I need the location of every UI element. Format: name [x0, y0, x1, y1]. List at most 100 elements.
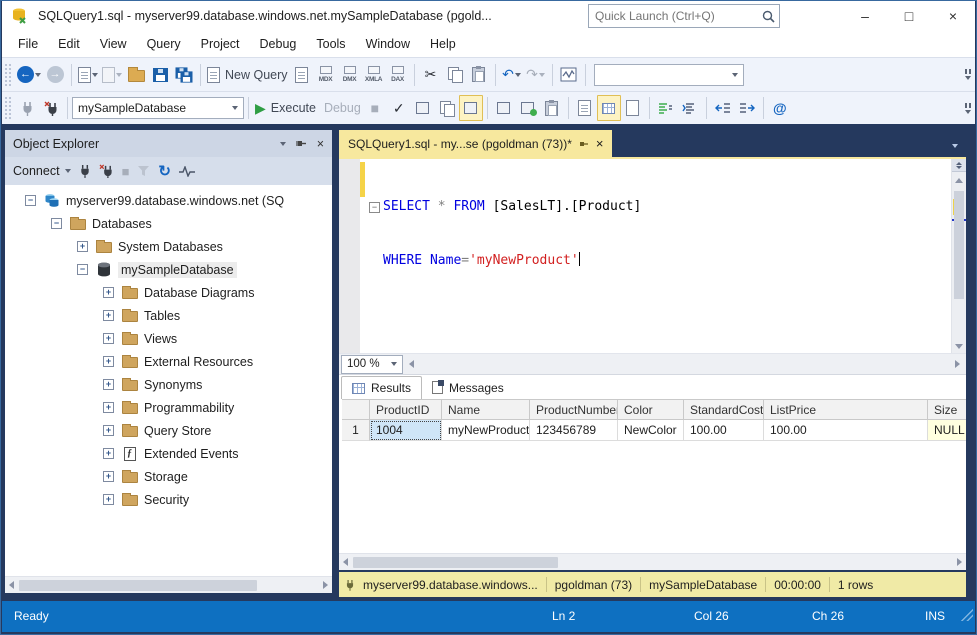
- expand-toggle[interactable]: +: [103, 425, 114, 436]
- results-to-text-button[interactable]: [573, 95, 597, 121]
- scrollbar-thumb[interactable]: [19, 580, 257, 591]
- expand-toggle[interactable]: +: [103, 471, 114, 482]
- toolbar-overflow-button[interactable]: [961, 103, 975, 114]
- column-header-size[interactable]: Size: [928, 400, 966, 420]
- maximize-button[interactable]: □: [887, 1, 931, 31]
- object-explorer-titlebar[interactable]: Object Explorer ×: [5, 130, 332, 157]
- close-tab-icon[interactable]: ×: [596, 136, 604, 151]
- pin-icon[interactable]: [296, 138, 307, 149]
- tree-item-tables[interactable]: + Tables: [5, 304, 332, 327]
- redo-button[interactable]: ↷: [524, 62, 548, 88]
- execute-button[interactable]: ▶Execute: [253, 95, 318, 121]
- tree-item-storage[interactable]: + Storage: [5, 465, 332, 488]
- column-header-standardcost[interactable]: StandardCost: [684, 400, 764, 420]
- chevron-down-icon[interactable]: [35, 73, 41, 77]
- expand-toggle[interactable]: −: [51, 218, 62, 229]
- menu-tools[interactable]: Tools: [306, 31, 355, 57]
- quick-launch[interactable]: [588, 4, 780, 28]
- oe-disconnect-icon[interactable]: [99, 164, 114, 178]
- specify-values-button[interactable]: @: [768, 95, 792, 121]
- activity-monitor-button[interactable]: [557, 62, 581, 88]
- menu-file[interactable]: File: [8, 31, 48, 57]
- fold-collapse-icon[interactable]: −: [369, 202, 380, 213]
- status-line-number[interactable]: Ln 2: [552, 609, 575, 623]
- activity-pulse-icon[interactable]: [179, 166, 195, 177]
- comment-selection-button[interactable]: [654, 95, 678, 121]
- dax-query-button[interactable]: DAX: [386, 62, 410, 88]
- tree-item-database-diagrams[interactable]: + Database Diagrams: [5, 281, 332, 304]
- tree-item-synonyms[interactable]: + Synonyms: [5, 373, 332, 396]
- display-estimated-plan-button[interactable]: [411, 95, 435, 121]
- toolbar-drag-handle[interactable]: [4, 96, 13, 120]
- quick-launch-input[interactable]: [589, 9, 757, 23]
- code-area[interactable]: −SELECT * FROM [SalesLT].[Product] WHERE…: [369, 162, 641, 306]
- scroll-left-icon[interactable]: [343, 558, 348, 566]
- zoom-combobox[interactable]: 100 %: [341, 355, 403, 374]
- pin-icon[interactable]: [579, 139, 589, 149]
- scroll-down-icon[interactable]: [952, 339, 966, 353]
- cell-productid[interactable]: 1004: [370, 420, 442, 441]
- scroll-right-icon[interactable]: [323, 581, 328, 589]
- tab-messages[interactable]: Messages: [422, 376, 514, 399]
- chevron-down-icon[interactable]: [116, 73, 122, 77]
- scroll-left-icon[interactable]: [9, 581, 14, 589]
- minimize-button[interactable]: –: [843, 1, 887, 31]
- available-databases-combobox[interactable]: mySampleDatabase: [72, 97, 244, 119]
- refresh-icon[interactable]: ↻: [158, 162, 171, 180]
- navigate-forward-button[interactable]: →: [43, 62, 67, 88]
- database-engine-query-button[interactable]: [290, 62, 314, 88]
- filter-icon[interactable]: [137, 165, 150, 177]
- menu-project[interactable]: Project: [191, 31, 250, 57]
- column-header-name[interactable]: Name: [442, 400, 530, 420]
- save-button[interactable]: [148, 62, 172, 88]
- code-line-1[interactable]: −SELECT * FROM [SalesLT].[Product]: [369, 198, 641, 216]
- xmla-query-button[interactable]: XMLA: [362, 62, 386, 88]
- chevron-down-icon[interactable]: [539, 73, 545, 77]
- menu-query[interactable]: Query: [137, 31, 191, 57]
- menu-window[interactable]: Window: [356, 31, 420, 57]
- scroll-right-icon[interactable]: [957, 558, 962, 566]
- parse-button[interactable]: ✓: [387, 95, 411, 121]
- expand-toggle[interactable]: +: [103, 287, 114, 298]
- status-character-number[interactable]: Ch 26: [812, 609, 844, 623]
- include-client-statistics-button[interactable]: [540, 95, 564, 121]
- tree-item-mysampledatabase[interactable]: − mySampleDatabase: [5, 258, 332, 281]
- tab-list-chevron[interactable]: [952, 135, 958, 153]
- close-panel-icon[interactable]: ×: [317, 137, 324, 151]
- resize-grip[interactable]: [961, 609, 973, 621]
- expand-toggle[interactable]: +: [103, 494, 114, 505]
- save-all-button[interactable]: [172, 62, 196, 88]
- expand-toggle[interactable]: +: [103, 402, 114, 413]
- tree-item-query-store[interactable]: + Query Store: [5, 419, 332, 442]
- include-live-statistics-button[interactable]: [492, 95, 516, 121]
- menu-debug[interactable]: Debug: [250, 31, 307, 57]
- tree-item-databases[interactable]: − Databases: [5, 212, 332, 235]
- cell-name[interactable]: myNewProduct: [442, 420, 530, 441]
- intellisense-enabled-button[interactable]: [459, 95, 483, 121]
- tree-item-programmability[interactable]: + Programmability: [5, 396, 332, 419]
- tree-item-system-databases[interactable]: + System Databases: [5, 235, 332, 258]
- navigate-backward-button[interactable]: ←: [15, 62, 43, 88]
- cell-color[interactable]: NewColor: [618, 420, 684, 441]
- chevron-down-icon[interactable]: [732, 73, 738, 77]
- expand-toggle[interactable]: +: [103, 448, 114, 459]
- toolbar-drag-handle[interactable]: [4, 63, 13, 87]
- column-header-productid[interactable]: ProductID: [370, 400, 442, 420]
- expand-toggle[interactable]: +: [103, 333, 114, 344]
- menu-edit[interactable]: Edit: [48, 31, 90, 57]
- undo-button[interactable]: ↶: [500, 62, 524, 88]
- scrollbar-thumb[interactable]: [353, 557, 558, 568]
- expand-toggle[interactable]: −: [25, 195, 36, 206]
- chevron-down-icon[interactable]: [232, 106, 238, 110]
- grid-corner-header[interactable]: [342, 400, 370, 420]
- results-to-grid-button[interactable]: [597, 95, 621, 121]
- search-icon[interactable]: [757, 10, 779, 23]
- cell-productnumber[interactable]: 123456789: [530, 420, 618, 441]
- cell-listprice[interactable]: 100.00: [764, 420, 928, 441]
- cancel-query-button[interactable]: ■: [363, 95, 387, 121]
- scroll-left-icon[interactable]: [409, 360, 414, 368]
- debug-button[interactable]: Debug: [318, 95, 363, 121]
- expand-toggle[interactable]: +: [103, 310, 114, 321]
- oe-connect-plug-icon[interactable]: [79, 164, 91, 178]
- expand-toggle[interactable]: +: [103, 356, 114, 367]
